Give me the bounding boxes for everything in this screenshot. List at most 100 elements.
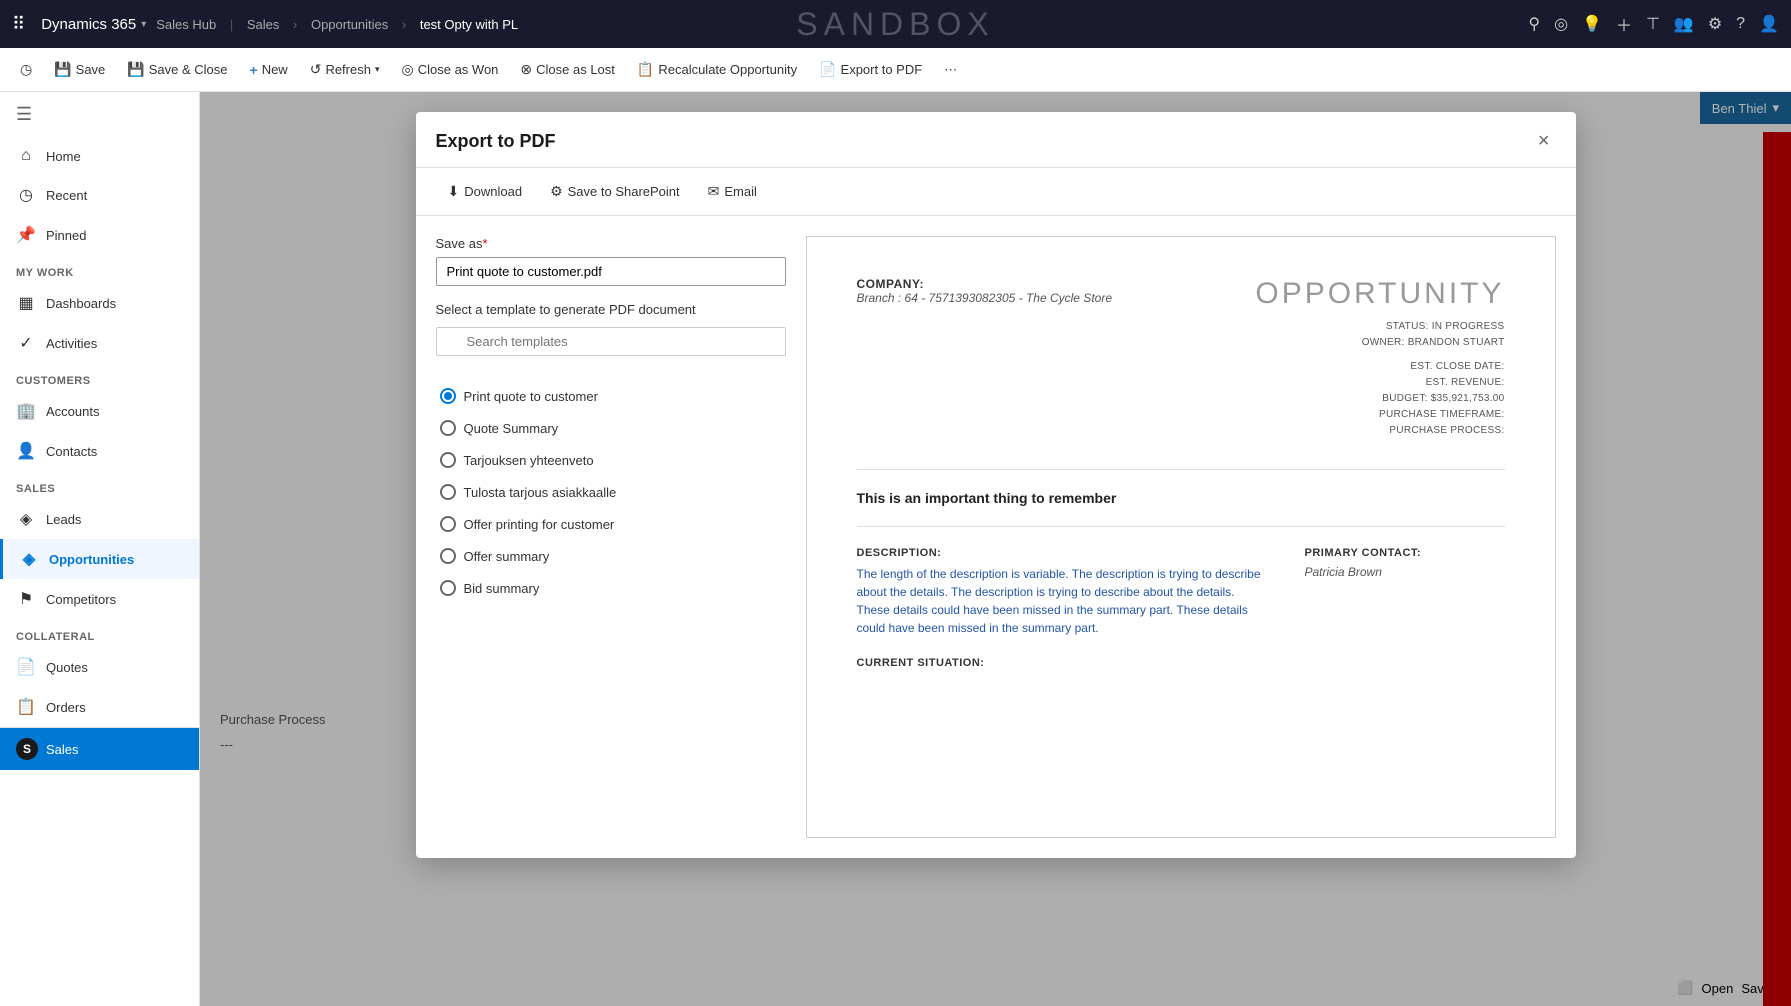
radio-2[interactable] [440, 452, 456, 468]
close-won-btn[interactable]: ◎ Close as Won [392, 57, 509, 82]
export-pdf-icon: 📄 [819, 61, 836, 78]
sidebar-item-dashboards[interactable]: ▦ Dashboards [0, 283, 199, 323]
save-as-label: Save as* [436, 236, 786, 251]
sidebar-item-recent[interactable]: ◷ Recent [0, 175, 199, 215]
pdf-company-detail: Branch : 64 - 7571393082305 - The Cycle … [857, 291, 1113, 305]
template-item-3[interactable]: Tulosta tarjous asiakkaalle [436, 476, 786, 508]
activities-label: Activities [46, 336, 97, 351]
accounts-icon: 🏢 [16, 401, 36, 421]
refresh-btn[interactable]: ↺ Refresh ▾ [300, 57, 390, 82]
export-pdf-btn[interactable]: 📄 Export to PDF [809, 57, 932, 82]
pdf-company-info: COMPANY: Branch : 64 - 7571393082305 - T… [857, 277, 1113, 305]
modal-overlay: Export to PDF × ⬇ Download ⚙ Save to Sha… [200, 92, 1791, 1006]
template-item-0[interactable]: Print quote to customer [436, 380, 786, 412]
section-mywork: My Work [0, 255, 199, 283]
opps-icon: ◈ [19, 549, 39, 569]
search-wrapper: 🔍 [436, 327, 786, 368]
template-list: Print quote to customer Quote Summary Ta… [436, 380, 786, 604]
section-sales: Sales [0, 471, 199, 499]
plus-icon[interactable]: ＋ [1616, 12, 1632, 36]
history-btn[interactable]: ◷ [10, 57, 42, 82]
radio-6[interactable] [440, 580, 456, 596]
close-won-icon: ◎ [402, 61, 414, 78]
pdf-status-in-progress: STATUS: IN PROGRESS [1255, 319, 1504, 335]
sharepoint-btn[interactable]: ⚙ Save to SharePoint [538, 178, 692, 205]
filter-icon[interactable]: ⊤ [1646, 14, 1660, 34]
nav-sep3: › [398, 17, 410, 32]
user-icon[interactable]: 👤 [1759, 14, 1779, 34]
recalculate-icon: 📋 [637, 61, 654, 78]
bulb-icon[interactable]: 💡 [1582, 14, 1602, 34]
refresh-chevron: ▾ [375, 64, 380, 75]
export-pdf-modal: Export to PDF × ⬇ Download ⚙ Save to Sha… [416, 112, 1576, 858]
template-item-5[interactable]: Offer summary [436, 540, 786, 572]
brand[interactable]: Dynamics 365 ▾ [41, 16, 146, 33]
pdf-current-situation: CURRENT SITUATION: [857, 657, 1505, 669]
close-lost-btn[interactable]: ⊗ Close as Lost [510, 57, 625, 82]
template-item-1[interactable]: Quote Summary [436, 412, 786, 444]
main-content: Purchase Process --- ⬜ Open Save Ben Thi… [200, 92, 1791, 1006]
download-label: Download [464, 184, 522, 199]
more-btn[interactable]: ⋯ [934, 58, 967, 82]
recalculate-btn[interactable]: 📋 Recalculate Opportunity [627, 57, 807, 82]
sidebar-item-activities[interactable]: ✓ Activities [0, 323, 199, 363]
save-as-input[interactable] [436, 257, 786, 286]
search-icon[interactable]: ⚲ [1528, 14, 1540, 34]
sidebar-item-pinned[interactable]: 📌 Pinned [0, 215, 199, 255]
radio-5[interactable] [440, 548, 456, 564]
save-btn[interactable]: 💾 Save [44, 57, 115, 82]
nav-sales[interactable]: Sales [247, 17, 280, 32]
sandbox-title: SANDBOX [796, 6, 994, 43]
pdf-spacer [1255, 351, 1504, 359]
required-marker: * [482, 236, 487, 251]
template-label-5: Offer summary [464, 549, 550, 564]
email-btn[interactable]: ✉ Email [696, 178, 769, 205]
nav-sep2: › [289, 17, 301, 32]
radio-1[interactable] [440, 420, 456, 436]
section-collateral: Collateral [0, 619, 199, 647]
sidebar-toggle[interactable]: ☰ [0, 92, 199, 137]
pdf-est-revenue: EST. REVENUE: [1255, 375, 1504, 391]
radio-0[interactable] [440, 388, 456, 404]
new-btn[interactable]: + New [240, 58, 298, 82]
template-label-3: Tulosta tarjous asiakkaalle [464, 485, 617, 500]
history-icon: ◷ [20, 61, 32, 78]
sidebar-item-competitors[interactable]: ⚑ Competitors [0, 579, 199, 619]
template-item-2[interactable]: Tarjouksen yhteenveto [436, 444, 786, 476]
nav-record[interactable]: test Opty with PL [420, 17, 518, 32]
gear-icon[interactable]: ⚙ [1708, 14, 1722, 34]
sales-avatar: S [16, 738, 38, 760]
sidebar-item-accounts[interactable]: 🏢 Accounts [0, 391, 199, 431]
sidebar: ☰ ⌂ Home ◷ Recent 📌 Pinned My Work ▦ Das… [0, 92, 200, 1006]
pdf-purchase-timeframe: PURCHASE TIMEFRAME: [1255, 407, 1504, 423]
sidebar-item-opportunities[interactable]: ◈ Opportunities [0, 539, 199, 579]
radio-4[interactable] [440, 516, 456, 532]
sidebar-item-quotes[interactable]: 📄 Quotes [0, 647, 199, 687]
template-item-4[interactable]: Offer printing for customer [436, 508, 786, 540]
search-templates-input[interactable] [436, 327, 786, 356]
command-bar: ◷ 💾 Save 💾 Save & Close + New ↺ Refresh … [0, 48, 1791, 92]
sidebar-bottom-sales[interactable]: S Sales [0, 727, 199, 770]
template-item-6[interactable]: Bid summary [436, 572, 786, 604]
sales-bottom-label: Sales [46, 742, 79, 757]
sidebar-item-leads[interactable]: ◈ Leads [0, 499, 199, 539]
save-close-btn[interactable]: 💾 Save & Close [117, 57, 237, 82]
modal-title: Export to PDF [436, 131, 556, 152]
home-icon: ⌂ [16, 147, 36, 165]
target-icon[interactable]: ◎ [1554, 14, 1568, 34]
sharepoint-label: Save to SharePoint [568, 184, 680, 199]
sidebar-item-orders[interactable]: 📋 Orders [0, 687, 199, 727]
download-btn[interactable]: ⬇ Download [436, 178, 535, 205]
sidebar-item-home[interactable]: ⌂ Home [0, 137, 199, 175]
waffle-icon[interactable]: ⠿ [12, 14, 25, 35]
radio-3[interactable] [440, 484, 456, 500]
people-icon[interactable]: 👥 [1674, 14, 1694, 34]
competitors-icon: ⚑ [16, 589, 36, 609]
competitors-label: Competitors [46, 592, 116, 607]
nav-opps[interactable]: Opportunities [311, 17, 388, 32]
pdf-primary-contact-label: PRIMARY CONTACT: [1305, 547, 1505, 559]
help-icon[interactable]: ? [1736, 15, 1745, 33]
sidebar-item-contacts[interactable]: 👤 Contacts [0, 431, 199, 471]
modal-body: Save as* Select a template to generate P… [416, 216, 1576, 858]
modal-close-btn[interactable]: × [1532, 128, 1556, 155]
